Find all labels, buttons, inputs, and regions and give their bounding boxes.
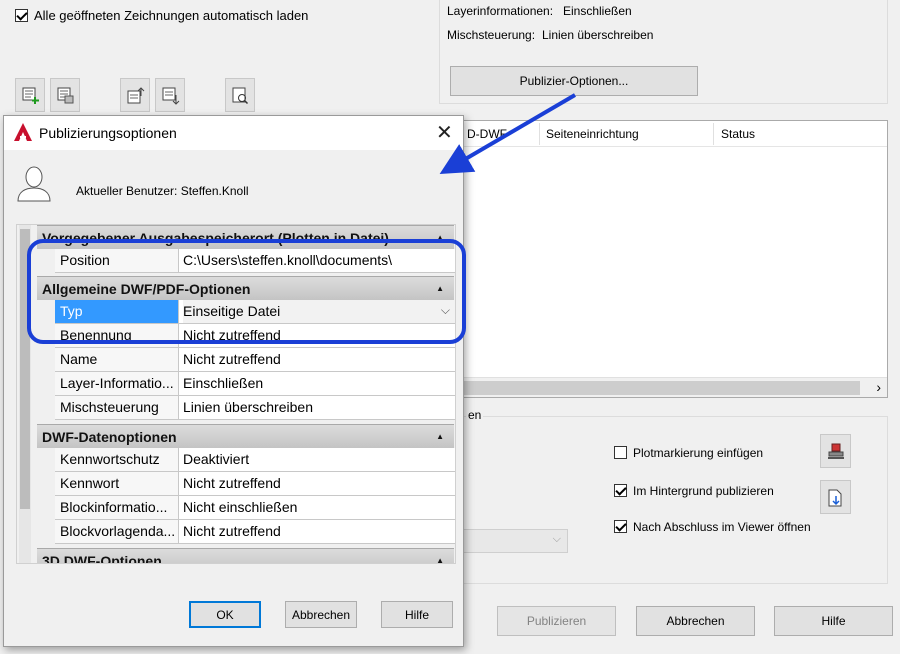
auto-load-checkbox[interactable] [15, 9, 28, 22]
column-header-status[interactable]: Status [721, 127, 755, 141]
plotstamp-checkbox[interactable] [614, 446, 627, 459]
scrollbar-thumb[interactable] [440, 381, 860, 395]
prop-row-layer-info[interactable]: Layer-Informatio... Einschließen [55, 372, 455, 396]
preview-button[interactable] [225, 78, 255, 112]
grid-scrollbar-thumb[interactable] [20, 229, 30, 509]
group-output-location[interactable]: Vorgegebener Ausgabespeicherort (Plotten… [37, 225, 454, 249]
collapse-icon[interactable]: ▲ [436, 425, 444, 449]
move-up-icon [127, 87, 145, 104]
add-sheets-button[interactable] [15, 78, 45, 112]
collapse-icon[interactable]: ▲ [436, 549, 444, 563]
autocad-logo-icon [14, 123, 32, 141]
remove-sheets-button[interactable] [50, 78, 80, 112]
open-viewer-checkbox[interactable] [614, 520, 627, 533]
layerinfo-label: Layerinformationen: [447, 4, 554, 18]
column-header-pagesetup[interactable]: Seiteneinrichtung [546, 127, 639, 141]
group-general-dwf-pdf[interactable]: Allgemeine DWF/PDF-Optionen ▲ [37, 276, 454, 300]
collapse-icon[interactable]: ▲ [436, 277, 444, 301]
prop-row-name[interactable]: Name Nicht zutreffend [55, 348, 455, 372]
preview-icon [232, 87, 249, 105]
property-grid[interactable]: Vorgegebener Ausgabespeicherort (Plotten… [16, 224, 456, 564]
dialog-help-button[interactable]: Hilfe [381, 601, 453, 628]
move-down-icon [162, 87, 180, 105]
document-download-icon [828, 489, 842, 507]
auto-load-label: Alle geöffneten Zeichnungen automatisch … [34, 8, 309, 23]
collapse-icon[interactable]: ▲ [436, 226, 444, 250]
dialog-title: Publizierungsoptionen [39, 125, 177, 141]
prop-row-type[interactable]: Typ Einseitige Datei ⌵ [55, 300, 455, 324]
background-publish-label: Im Hintergrund publizieren [633, 484, 774, 498]
column-divider [713, 123, 714, 145]
column-header-dwf[interactable]: D-DWF [467, 127, 507, 141]
group-dwf-data[interactable]: DWF-Datenoptionen ▲ [37, 424, 454, 448]
user-avatar-icon [17, 166, 51, 202]
publish-options-dialog: Publizierungsoptionen ✕ Aktueller Benutz… [3, 115, 464, 647]
close-icon[interactable]: ✕ [436, 120, 453, 145]
group-3d-dwf[interactable]: 3D DWF-Optionen ▲ [37, 548, 454, 563]
background-publish-checkbox[interactable] [614, 484, 627, 497]
open-viewer-label: Nach Abschluss im Viewer öffnen [633, 520, 811, 534]
plotstamp-label: Plotmarkierung einfügen [633, 446, 764, 460]
column-divider [539, 123, 540, 145]
prop-row-password-protection[interactable]: Kennwortschutz Deaktiviert [55, 448, 455, 472]
prop-row-block-template[interactable]: Blockvorlagenda... Nicht zutreffend [55, 520, 455, 544]
merge-value: Linien überschreiben [542, 28, 654, 42]
publish-options-button[interactable]: Publizier-Optionen... [450, 66, 698, 96]
publish-button[interactable]: Publizieren [497, 606, 616, 636]
merge-label: Mischsteuerung: [447, 28, 536, 42]
ok-button[interactable]: OK [189, 601, 261, 628]
dialog-titlebar[interactable]: Publizierungsoptionen ✕ [4, 116, 463, 150]
chevron-down-icon: ⌵ [552, 533, 561, 545]
prop-row-password[interactable]: Kennwort Nicht zutreffend [55, 472, 455, 496]
horizontal-scrollbar[interactable]: › [440, 377, 887, 397]
scroll-right-icon[interactable]: › [876, 379, 881, 395]
sheet-list[interactable]: D-DWF Seiteneinrichtung Status › [439, 120, 888, 398]
main-help-button[interactable]: Hilfe [774, 606, 893, 636]
stamp-icon [828, 443, 844, 459]
type-dropdown-chevron-icon[interactable]: ⌵ [441, 303, 450, 318]
add-sheets-icon [22, 87, 39, 104]
layerinfo-value: Einschließen [563, 4, 632, 18]
prop-row-naming[interactable]: Benennung Nicht zutreffend [55, 324, 455, 348]
plotstamp-settings-button[interactable] [820, 434, 851, 468]
prop-row-block-info[interactable]: Blockinformatio... Nicht einschließen [55, 496, 455, 520]
prop-row-merge-control[interactable]: Mischsteuerung Linien überschreiben [55, 396, 455, 420]
current-user-label: Aktueller Benutzer: Steffen.Knoll [76, 184, 249, 198]
sheet-list-header [440, 121, 887, 147]
remove-sheets-icon [57, 87, 74, 104]
move-up-button[interactable] [120, 78, 150, 112]
grid-vertical-scrollbar[interactable] [19, 225, 31, 563]
move-down-button[interactable] [155, 78, 185, 112]
publish-details-button[interactable] [820, 480, 851, 514]
prop-row-position[interactable]: Position C:\Users\steffen.knoll\documents… [55, 249, 455, 273]
options-group-title: en [466, 408, 484, 422]
main-cancel-button[interactable]: Abbrechen [636, 606, 755, 636]
dialog-cancel-button[interactable]: Abbrechen [285, 601, 357, 628]
